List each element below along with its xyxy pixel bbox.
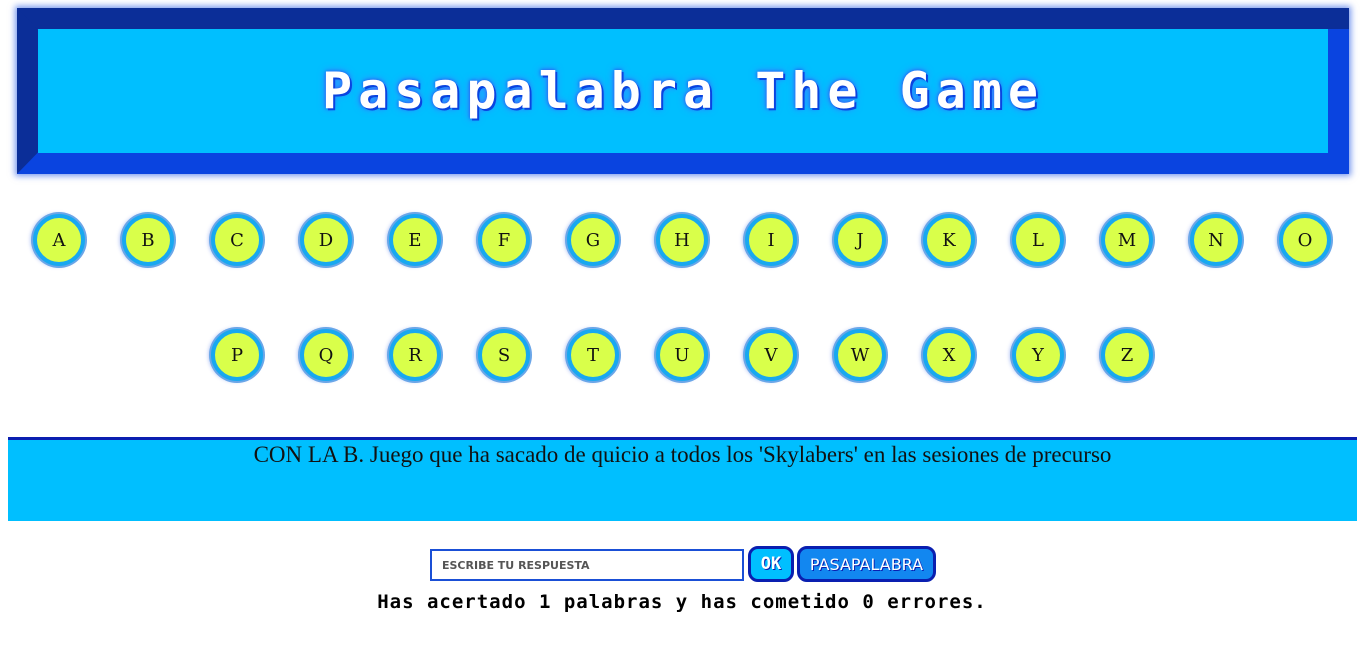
letter-g: G <box>567 214 619 266</box>
letter-t: T <box>567 329 619 381</box>
letter-j: J <box>834 214 886 266</box>
pasapalabra-button[interactable]: PASAPALABRA <box>797 546 936 582</box>
letter-x: X <box>923 329 975 381</box>
ok-button[interactable]: OK <box>748 546 794 582</box>
letter-o: O <box>1279 214 1331 266</box>
score-status: Has acertado 1 palabras y has cometido 0… <box>377 591 987 613</box>
letter-i: I <box>745 214 797 266</box>
letter-r: R <box>389 329 441 381</box>
letter-c: C <box>211 214 263 266</box>
letter-u: U <box>656 329 708 381</box>
letter-b: B <box>122 214 174 266</box>
letter-h: H <box>656 214 708 266</box>
letter-k: K <box>923 214 975 266</box>
letter-w: W <box>834 329 886 381</box>
letter-s: S <box>478 329 530 381</box>
letter-y: Y <box>1012 329 1064 381</box>
letter-a: A <box>33 214 85 266</box>
question-panel: CON LA B. Juego que ha sacado de quicio … <box>8 437 1357 521</box>
letter-q: Q <box>300 329 352 381</box>
letter-n: N <box>1190 214 1242 266</box>
answer-input[interactable] <box>430 549 744 581</box>
letter-e: E <box>389 214 441 266</box>
letter-p: P <box>211 329 263 381</box>
letter-l: L <box>1012 214 1064 266</box>
letter-v: V <box>745 329 797 381</box>
letter-f: F <box>478 214 530 266</box>
letter-m: M <box>1101 214 1153 266</box>
question-text: CON LA B. Juego que ha sacado de quicio … <box>253 442 1112 467</box>
letter-d: D <box>300 214 352 266</box>
letter-z: Z <box>1101 329 1153 381</box>
letter-rosco: ABCDEFGHIJKLMNO PQRSTUVWXYZ <box>0 0 1364 420</box>
